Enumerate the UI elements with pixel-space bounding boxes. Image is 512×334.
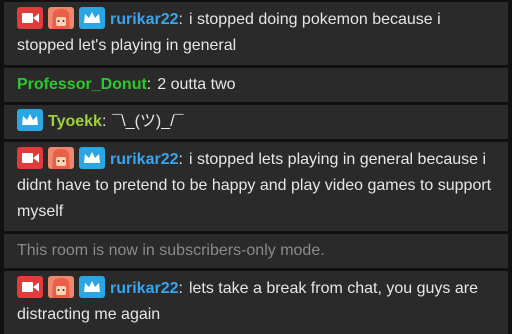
crown-icon xyxy=(79,276,105,298)
system-notice: This room is now in subscribers-only mod… xyxy=(4,234,508,268)
crown-icon xyxy=(79,147,105,169)
username[interactable]: rurikar22 xyxy=(110,280,179,297)
chat-message: rurikar22: i stopped doing pokemon becaus… xyxy=(4,2,508,65)
video-camera-icon xyxy=(17,147,43,169)
name-separator: : xyxy=(178,11,183,28)
name-separator: : xyxy=(146,76,152,93)
chat-message: Tyoekk: ¯\_(ツ)_/¯ xyxy=(4,105,508,139)
name-separator: : xyxy=(101,113,107,130)
video-camera-icon xyxy=(17,276,43,298)
username[interactable]: rurikar22 xyxy=(110,151,179,168)
name-separator: : xyxy=(178,151,183,168)
sticker-face-icon xyxy=(48,7,74,29)
username[interactable]: Professor_Donut xyxy=(17,76,147,93)
sticker-face-icon xyxy=(48,147,74,169)
chat-log: rurikar22: i stopped doing pokemon becaus… xyxy=(0,0,512,334)
username[interactable]: rurikar22 xyxy=(110,11,179,28)
chat-message: rurikar22: i stopped lets playing in gene… xyxy=(4,142,508,231)
video-camera-icon xyxy=(17,7,43,29)
system-notice-text: This room is now in subscribers-only mod… xyxy=(17,242,325,259)
name-separator: : xyxy=(178,280,183,297)
message-text: 2 outta two xyxy=(157,76,236,93)
chat-message: rurikar22: lets take a break from chat, y… xyxy=(4,271,508,334)
chat-message: Professor_Donut: 2 outta two xyxy=(4,68,508,102)
crown-icon xyxy=(17,109,43,131)
sticker-face-icon xyxy=(48,276,74,298)
crown-icon xyxy=(79,7,105,29)
username[interactable]: Tyoekk xyxy=(48,113,102,130)
message-text: ¯\_(ツ)_/¯ xyxy=(112,113,184,130)
